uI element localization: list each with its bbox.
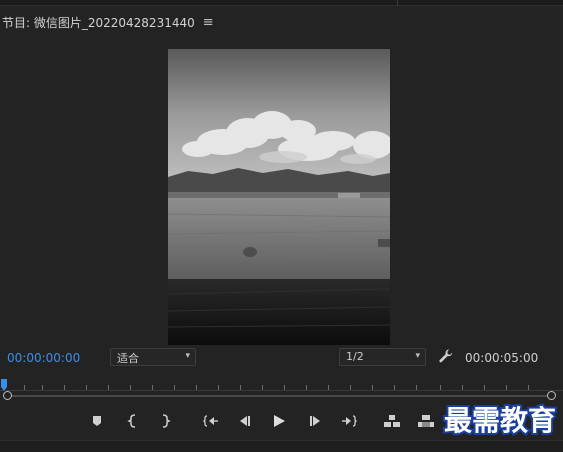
svg-text:最需教育: 最需教育 [444,404,556,437]
step-back-icon[interactable] [236,412,254,430]
chevron-down-icon: ▾ [185,351,190,361]
zoom-level-select[interactable]: 适合 ▾ [110,348,196,366]
go-to-in-icon[interactable] [202,412,220,430]
playhead-timecode[interactable]: 00:00:00:00 [7,351,80,365]
zoom-level-value: 适合 [117,352,139,365]
playback-resolution-select[interactable]: 1/2 ▾ [339,348,426,366]
playhead-marker-icon[interactable] [1,377,7,391]
top-panel-strip [0,0,563,6]
wrench-icon[interactable] [438,348,454,364]
mark-in-icon[interactable] [124,412,142,430]
program-video-frame [168,49,390,345]
mark-out-icon[interactable] [156,412,174,430]
panel-title-text: 节目: 微信图片_20220428231440 [2,16,195,30]
insert-icon[interactable] [383,412,401,430]
scroll-start-handle[interactable] [3,391,12,400]
add-marker-icon[interactable] [88,412,106,430]
chevron-down-icon: ▾ [415,351,420,361]
bottom-panel-strip [0,440,563,452]
step-forward-icon[interactable] [306,412,324,430]
program-monitor-title: 节目: 微信图片_20220428231440 ≡ [2,14,214,31]
duration-timecode: 00:00:05:00 [465,351,539,365]
overwrite-icon[interactable] [417,412,435,430]
play-icon[interactable] [270,412,288,430]
monitor-info-row: 00:00:00:00 适合 ▾ 1/2 ▾ 00:00:05:00 [0,346,563,370]
watermark-logo: 最需教育 [440,400,560,440]
timeline-scroll-track[interactable] [8,395,552,397]
scroll-end-handle[interactable] [547,391,556,400]
playback-resolution-value: 1/2 [346,350,364,363]
hamburger-menu-icon[interactable]: ≡ [203,15,214,30]
go-to-out-icon[interactable] [340,412,358,430]
